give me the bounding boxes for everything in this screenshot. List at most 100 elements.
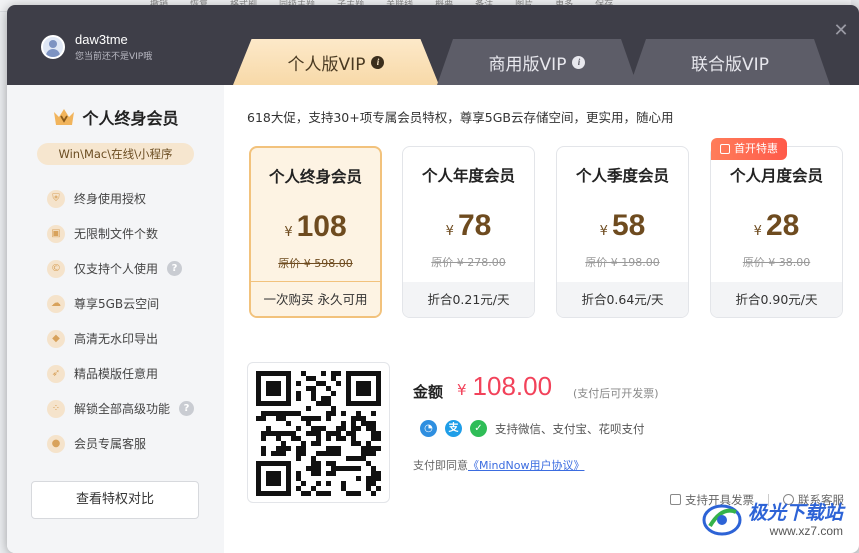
amount-number: 108.00: [472, 371, 553, 401]
plan-name: 个人终身会员: [268, 168, 362, 186]
amount-value: ¥108.00: [457, 371, 552, 402]
plan-price: ¥58: [557, 209, 688, 243]
user-name: daw3tme: [75, 32, 128, 47]
feature-label: 解锁全部高级功能: [74, 402, 171, 416]
lock-icon: [720, 144, 730, 154]
plan-name: 个人年度会员: [421, 167, 515, 185]
watermark-url: www.xz7.com: [769, 523, 844, 538]
rocket-icon: ➶: [47, 364, 65, 383]
price-value: 108: [296, 210, 347, 243]
compare-privileges-button[interactable]: 查看特权对比: [31, 481, 199, 519]
feature-label: 会员专属客服: [74, 437, 147, 451]
plan-original-price: 原价 ¥ 598.00: [278, 257, 353, 270]
currency-symbol: ¥: [284, 225, 293, 240]
tab-business-vip[interactable]: 商用版VIP i: [437, 39, 637, 85]
invoice-icon: [670, 494, 681, 505]
feature-label: 无限制文件个数: [74, 227, 159, 241]
feature-label: 仅支持个人使用: [74, 262, 159, 276]
shield-icon: ⛨: [47, 189, 65, 208]
plan-footer: 一次购买 永久可用: [251, 281, 380, 316]
tab-label: 个人版VIP: [287, 54, 366, 75]
feature-item: ☁ 尊享5GB云空间: [47, 286, 194, 321]
sidebar-title-text: 个人终身会员: [82, 109, 179, 128]
plan-original-price: 原价 ¥ 198.00: [585, 256, 660, 269]
ribbon-text: 首开特惠: [734, 142, 778, 155]
plan-card-quarterly[interactable]: 个人季度会员 ¥58 原价 ¥ 198.00 折合0.64元/天: [556, 146, 689, 318]
info-icon: i: [371, 55, 385, 69]
plan-card-monthly[interactable]: 个人月度会员 ¥28 原价 ¥ 38.00 折合0.90元/天: [710, 146, 843, 318]
plan-footer: 折合0.21元/天: [403, 282, 534, 317]
plan-card-yearly[interactable]: 个人年度会员 ¥78 原价 ¥ 278.00 折合0.21元/天: [402, 146, 535, 318]
qr-code-image: [256, 371, 381, 496]
invoice-note: (支付后可开发票): [573, 387, 659, 400]
help-icon[interactable]: ?: [167, 261, 183, 276]
plan-price: ¥28: [711, 209, 842, 243]
feature-item: ➶ 精品模版任意用: [47, 356, 194, 391]
user-icon: ●: [47, 434, 65, 453]
feature-label: 尊享5GB云空间: [74, 297, 160, 311]
plan-footer: 折合0.90元/天: [711, 282, 842, 317]
tab-label: 联合版VIP: [691, 54, 769, 75]
feature-item: ● 会员专属客服: [47, 426, 194, 461]
plan-original-price: 原价 ¥ 38.00: [742, 256, 811, 269]
sidebar: 个人终身会员 Win\Mac\在线\小程序 ⛨ 终身使用授权 ▣ 无限制文件个数 © 仅支…: [7, 85, 224, 553]
tab-personal-vip[interactable]: 个人版VIP i: [233, 39, 439, 85]
cloud-icon: ☁: [47, 294, 65, 313]
payment-qr-code: [247, 362, 390, 503]
feature-item: ⁘ 解锁全部高级功能?: [47, 391, 195, 426]
close-icon[interactable]: ✕: [833, 22, 849, 40]
amount-label: 金额: [413, 383, 444, 401]
currency-symbol: ¥: [457, 381, 467, 399]
wechat-pay-icon: ✓: [470, 420, 487, 437]
agreement: 支付即同意《MindNow用户协议》: [413, 457, 584, 473]
vip-purchase-dialog: daw3tme 您当前还不是VIP哦 个人版VIP i 商用版VIP i 联合版…: [7, 5, 859, 553]
plan-original-price: 原价 ¥ 278.00: [431, 256, 506, 269]
tab-label: 商用版VIP: [488, 54, 567, 75]
currency-symbol: ¥: [753, 224, 762, 239]
alipay-icon: 支: [445, 420, 462, 437]
feature-label: 精品模版任意用: [74, 367, 159, 381]
feature-item: ◆ 高清无水印导出: [47, 321, 194, 356]
help-icon[interactable]: ?: [179, 401, 195, 416]
agreement-prefix: 支付即同意: [413, 459, 468, 472]
promo-text: 618大促，支持30+项专属会员特权，尊享5GB云存储空间，更实用，随心用: [247, 110, 674, 125]
currency-symbol: ¥: [599, 224, 608, 239]
price-value: 28: [765, 209, 800, 242]
price-value: 78: [457, 209, 492, 242]
sidebar-title: 个人终身会员: [7, 105, 224, 129]
plan-name: 个人季度会员: [575, 167, 669, 185]
drop-icon: ◆: [47, 329, 65, 348]
site-watermark: 极光下载站 www.xz7.com: [702, 502, 843, 538]
first-purchase-ribbon: 首开特惠: [711, 138, 787, 160]
crown-icon: [52, 107, 76, 127]
watermark-logo-icon: [702, 504, 742, 536]
lock-icon: ▣: [47, 224, 65, 243]
feature-item: © 仅支持个人使用?: [47, 251, 194, 286]
plan-name: 个人月度会员: [729, 167, 823, 185]
dialog-header: daw3tme 您当前还不是VIP哦 个人版VIP i 商用版VIP i 联合版…: [7, 5, 859, 85]
payment-methods-text: 支持微信、支付宝、花呗支付: [495, 421, 645, 436]
plan-card-lifetime[interactable]: 个人终身会员 ¥108 原价 ¥ 598.00 一次购买 永久可用: [249, 146, 382, 318]
platform-badge: Win\Mac\在线\小程序: [37, 143, 194, 165]
avatar: [41, 35, 65, 59]
user-info: daw3tme 您当前还不是VIP哦: [41, 32, 152, 62]
huabei-icon: ◔: [420, 420, 437, 437]
user-vip-status: 您当前还不是VIP哦: [75, 52, 153, 62]
plan-price: ¥78: [403, 209, 534, 243]
copyright-icon: ©: [47, 259, 65, 278]
price-value: 58: [611, 209, 646, 242]
feature-label: 终身使用授权: [74, 192, 147, 206]
watermark-name: 极光下载站: [748, 501, 844, 524]
feature-list: ⛨ 终身使用授权 ▣ 无限制文件个数 © 仅支持个人使用? ☁ 尊享5GB云空间 ◆ 高清无水印导…: [47, 181, 195, 461]
currency-symbol: ¥: [445, 224, 454, 239]
grid-icon: ⁘: [47, 399, 65, 418]
tab-joint-vip[interactable]: 联合版VIP: [630, 39, 830, 85]
user-agreement-link[interactable]: 《MindNow用户协议》: [468, 459, 584, 472]
info-icon: i: [572, 55, 586, 69]
feature-item: ⛨ 终身使用授权: [47, 181, 194, 216]
plan-footer: 折合0.64元/天: [557, 282, 688, 317]
feature-item: ▣ 无限制文件个数: [47, 216, 194, 251]
feature-label: 高清无水印导出: [74, 332, 159, 346]
plan-price: ¥108: [251, 210, 380, 244]
payment-methods: ◔ 支 ✓ 支持微信、支付宝、花呗支付: [420, 420, 645, 437]
